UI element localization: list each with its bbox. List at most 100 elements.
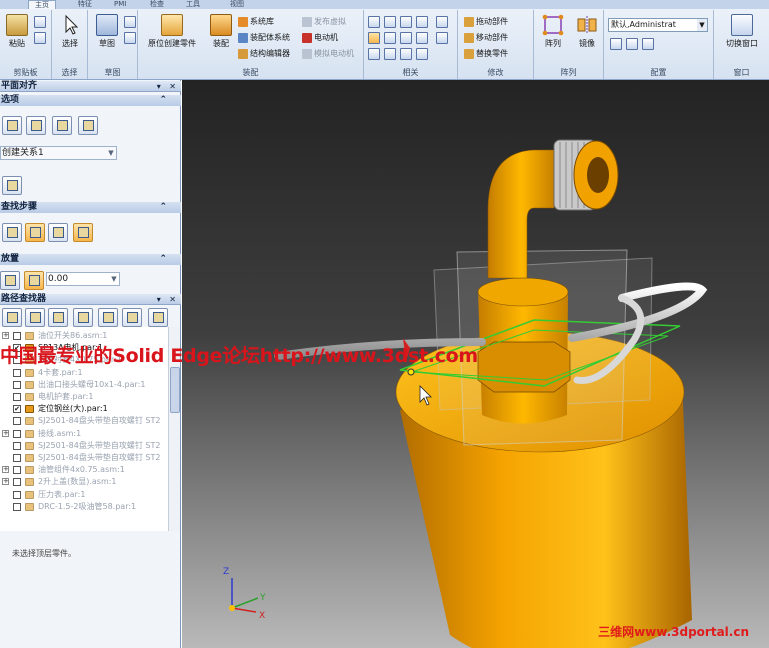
step-button-1[interactable]: [2, 223, 22, 242]
rigid-set-icon[interactable]: [436, 32, 448, 44]
tab-inspect[interactable]: 检查: [144, 0, 170, 9]
mate-icon[interactable]: [368, 16, 380, 28]
cut-icon[interactable]: [34, 16, 46, 28]
flip-button[interactable]: [2, 176, 22, 195]
tree-row[interactable]: SJ2501-84盘头带垫自攻螺钉 ST2: [0, 440, 168, 452]
tab-pmi[interactable]: PMI: [108, 0, 132, 9]
visibility-checkbox[interactable]: ✔: [13, 405, 21, 414]
sketch-button[interactable]: 草图: [92, 14, 122, 49]
tree-row[interactable]: +2升上盖(数显).asm:1: [0, 476, 168, 488]
display-config-icon[interactable]: [626, 38, 638, 50]
tree-row[interactable]: + 油管组件4x0.75.asm:1: [0, 464, 168, 476]
steps-section-header[interactable]: 查找步骤 ⌃: [0, 202, 181, 213]
tree-row[interactable]: SJ2501-84盘头带垫自攻螺钉 ST2: [0, 452, 168, 464]
planar-align-icon[interactable]: [384, 16, 396, 28]
expand-icon[interactable]: +: [2, 466, 9, 474]
tree-row[interactable]: 压力表.par:1: [0, 489, 168, 501]
option-button-2[interactable]: [26, 116, 46, 135]
system-lib-button[interactable]: 系统库: [238, 16, 274, 28]
pathfinder-tool-5[interactable]: [98, 308, 118, 327]
move-part-button[interactable]: 移动部件: [464, 32, 508, 44]
visibility-checkbox[interactable]: [13, 393, 21, 401]
expand-icon[interactable]: +: [2, 429, 9, 437]
option-button-1[interactable]: [2, 116, 22, 135]
replace-part-button[interactable]: 替换零件: [464, 48, 508, 60]
structure-editor-button[interactable]: 结构编辑器: [238, 48, 290, 60]
tangent-icon[interactable]: [400, 32, 412, 44]
pathfinder-tool-3[interactable]: [48, 308, 68, 327]
option-button-4[interactable]: [78, 116, 98, 135]
save-config-icon[interactable]: [610, 38, 622, 50]
tree-row[interactable]: 电机护套.par:1: [0, 391, 168, 403]
relation-select[interactable]: 创建关系1 ▼: [0, 146, 117, 160]
center-plane-icon[interactable]: [436, 16, 448, 28]
drag-part-button[interactable]: 拖动部件: [464, 16, 508, 28]
publish-virtual-button[interactable]: 发布虚拟: [302, 16, 346, 28]
tree-row[interactable]: DRC-1.5-2吸油管58.par:1: [0, 501, 168, 513]
panel-controls[interactable]: ▾ ✕: [157, 81, 179, 92]
visibility-checkbox[interactable]: [13, 368, 21, 377]
ground-icon[interactable]: [400, 48, 412, 60]
visibility-checkbox[interactable]: [13, 417, 21, 426]
panel-controls[interactable]: ▾ ✕: [157, 294, 179, 305]
tree-row[interactable]: 4卡套.par:1: [0, 367, 168, 379]
connect-icon[interactable]: [368, 32, 380, 44]
tab-features[interactable]: 特征: [72, 0, 98, 9]
insert-icon[interactable]: [416, 16, 428, 28]
step-button-3[interactable]: [48, 223, 68, 242]
pathfinder-tool-4[interactable]: [73, 308, 93, 327]
visibility-checkbox[interactable]: [13, 466, 21, 475]
sketch-arc-icon[interactable]: [124, 32, 136, 44]
configuration-select[interactable]: 默认,Administrat ▼: [608, 18, 708, 32]
visibility-checkbox[interactable]: [13, 478, 21, 487]
select-button[interactable]: 选择: [55, 14, 85, 49]
gear-relation-icon[interactable]: [384, 48, 396, 60]
tab-view[interactable]: 视图: [224, 0, 250, 9]
tab-home[interactable]: 主页: [28, 0, 56, 9]
pathfinder-tool-2[interactable]: [25, 308, 45, 327]
tree-row[interactable]: SJ2501-84盘头带垫自攻螺钉 ST2: [0, 415, 168, 427]
cam-icon[interactable]: [416, 32, 428, 44]
switch-window-button[interactable]: 切换窗口: [720, 14, 764, 49]
offset-input[interactable]: 0.00 ▼: [46, 272, 120, 286]
flip-direction-button[interactable]: [0, 271, 20, 290]
place-part-button[interactable]: 原位创建零件: [148, 14, 196, 49]
tree-row[interactable]: 出油口接头螺母10x1-4.par:1: [0, 379, 168, 391]
visibility-checkbox[interactable]: [13, 502, 21, 511]
match-cs-icon[interactable]: [416, 48, 428, 60]
options-section-header[interactable]: 选项 ⌃: [0, 95, 181, 106]
pathfinder-tool-6[interactable]: [122, 308, 142, 327]
mirror-button[interactable]: 镜像: [572, 14, 602, 49]
motor-button[interactable]: 电动机: [302, 32, 338, 44]
visibility-checkbox[interactable]: [13, 490, 21, 499]
expand-icon[interactable]: +: [2, 332, 9, 339]
angle-icon[interactable]: [384, 32, 396, 44]
parallel-icon[interactable]: [368, 48, 380, 60]
option-button-3[interactable]: [52, 116, 72, 135]
expand-icon[interactable]: +: [2, 478, 9, 486]
axial-align-icon[interactable]: [400, 16, 412, 28]
paste-button[interactable]: 粘贴: [2, 14, 32, 49]
visibility-checkbox[interactable]: [13, 380, 21, 389]
pathfinder-tool-7[interactable]: [148, 308, 168, 327]
step-button-2[interactable]: [25, 223, 45, 242]
visibility-checkbox[interactable]: [13, 454, 21, 462]
pattern-button[interactable]: 阵列: [538, 14, 568, 49]
zone-config-icon[interactable]: [642, 38, 654, 50]
pathfinder-tool-1[interactable]: [2, 308, 22, 327]
offset-type-button[interactable]: [24, 271, 44, 290]
simulate-motor-button[interactable]: 模拟电动机: [302, 48, 354, 60]
assemble-button[interactable]: 装配: [206, 14, 236, 49]
tab-tools[interactable]: 工具: [180, 0, 206, 9]
placement-section-header[interactable]: 放置 ⌃: [0, 254, 181, 265]
visibility-checkbox[interactable]: [13, 441, 21, 450]
visibility-checkbox[interactable]: [13, 332, 21, 340]
step-button-4[interactable]: [73, 223, 93, 242]
tree-row[interactable]: ✔ 定位钢丝(大).par:1: [0, 403, 168, 415]
visibility-checkbox[interactable]: [13, 429, 21, 438]
scrollbar-thumb[interactable]: [170, 367, 180, 413]
pipe-system-button[interactable]: 装配体系统: [238, 32, 290, 44]
tree-row[interactable]: + 接线.asm:1: [0, 428, 168, 440]
copy-icon[interactable]: [34, 32, 46, 44]
sketch-line-icon[interactable]: [124, 16, 136, 28]
